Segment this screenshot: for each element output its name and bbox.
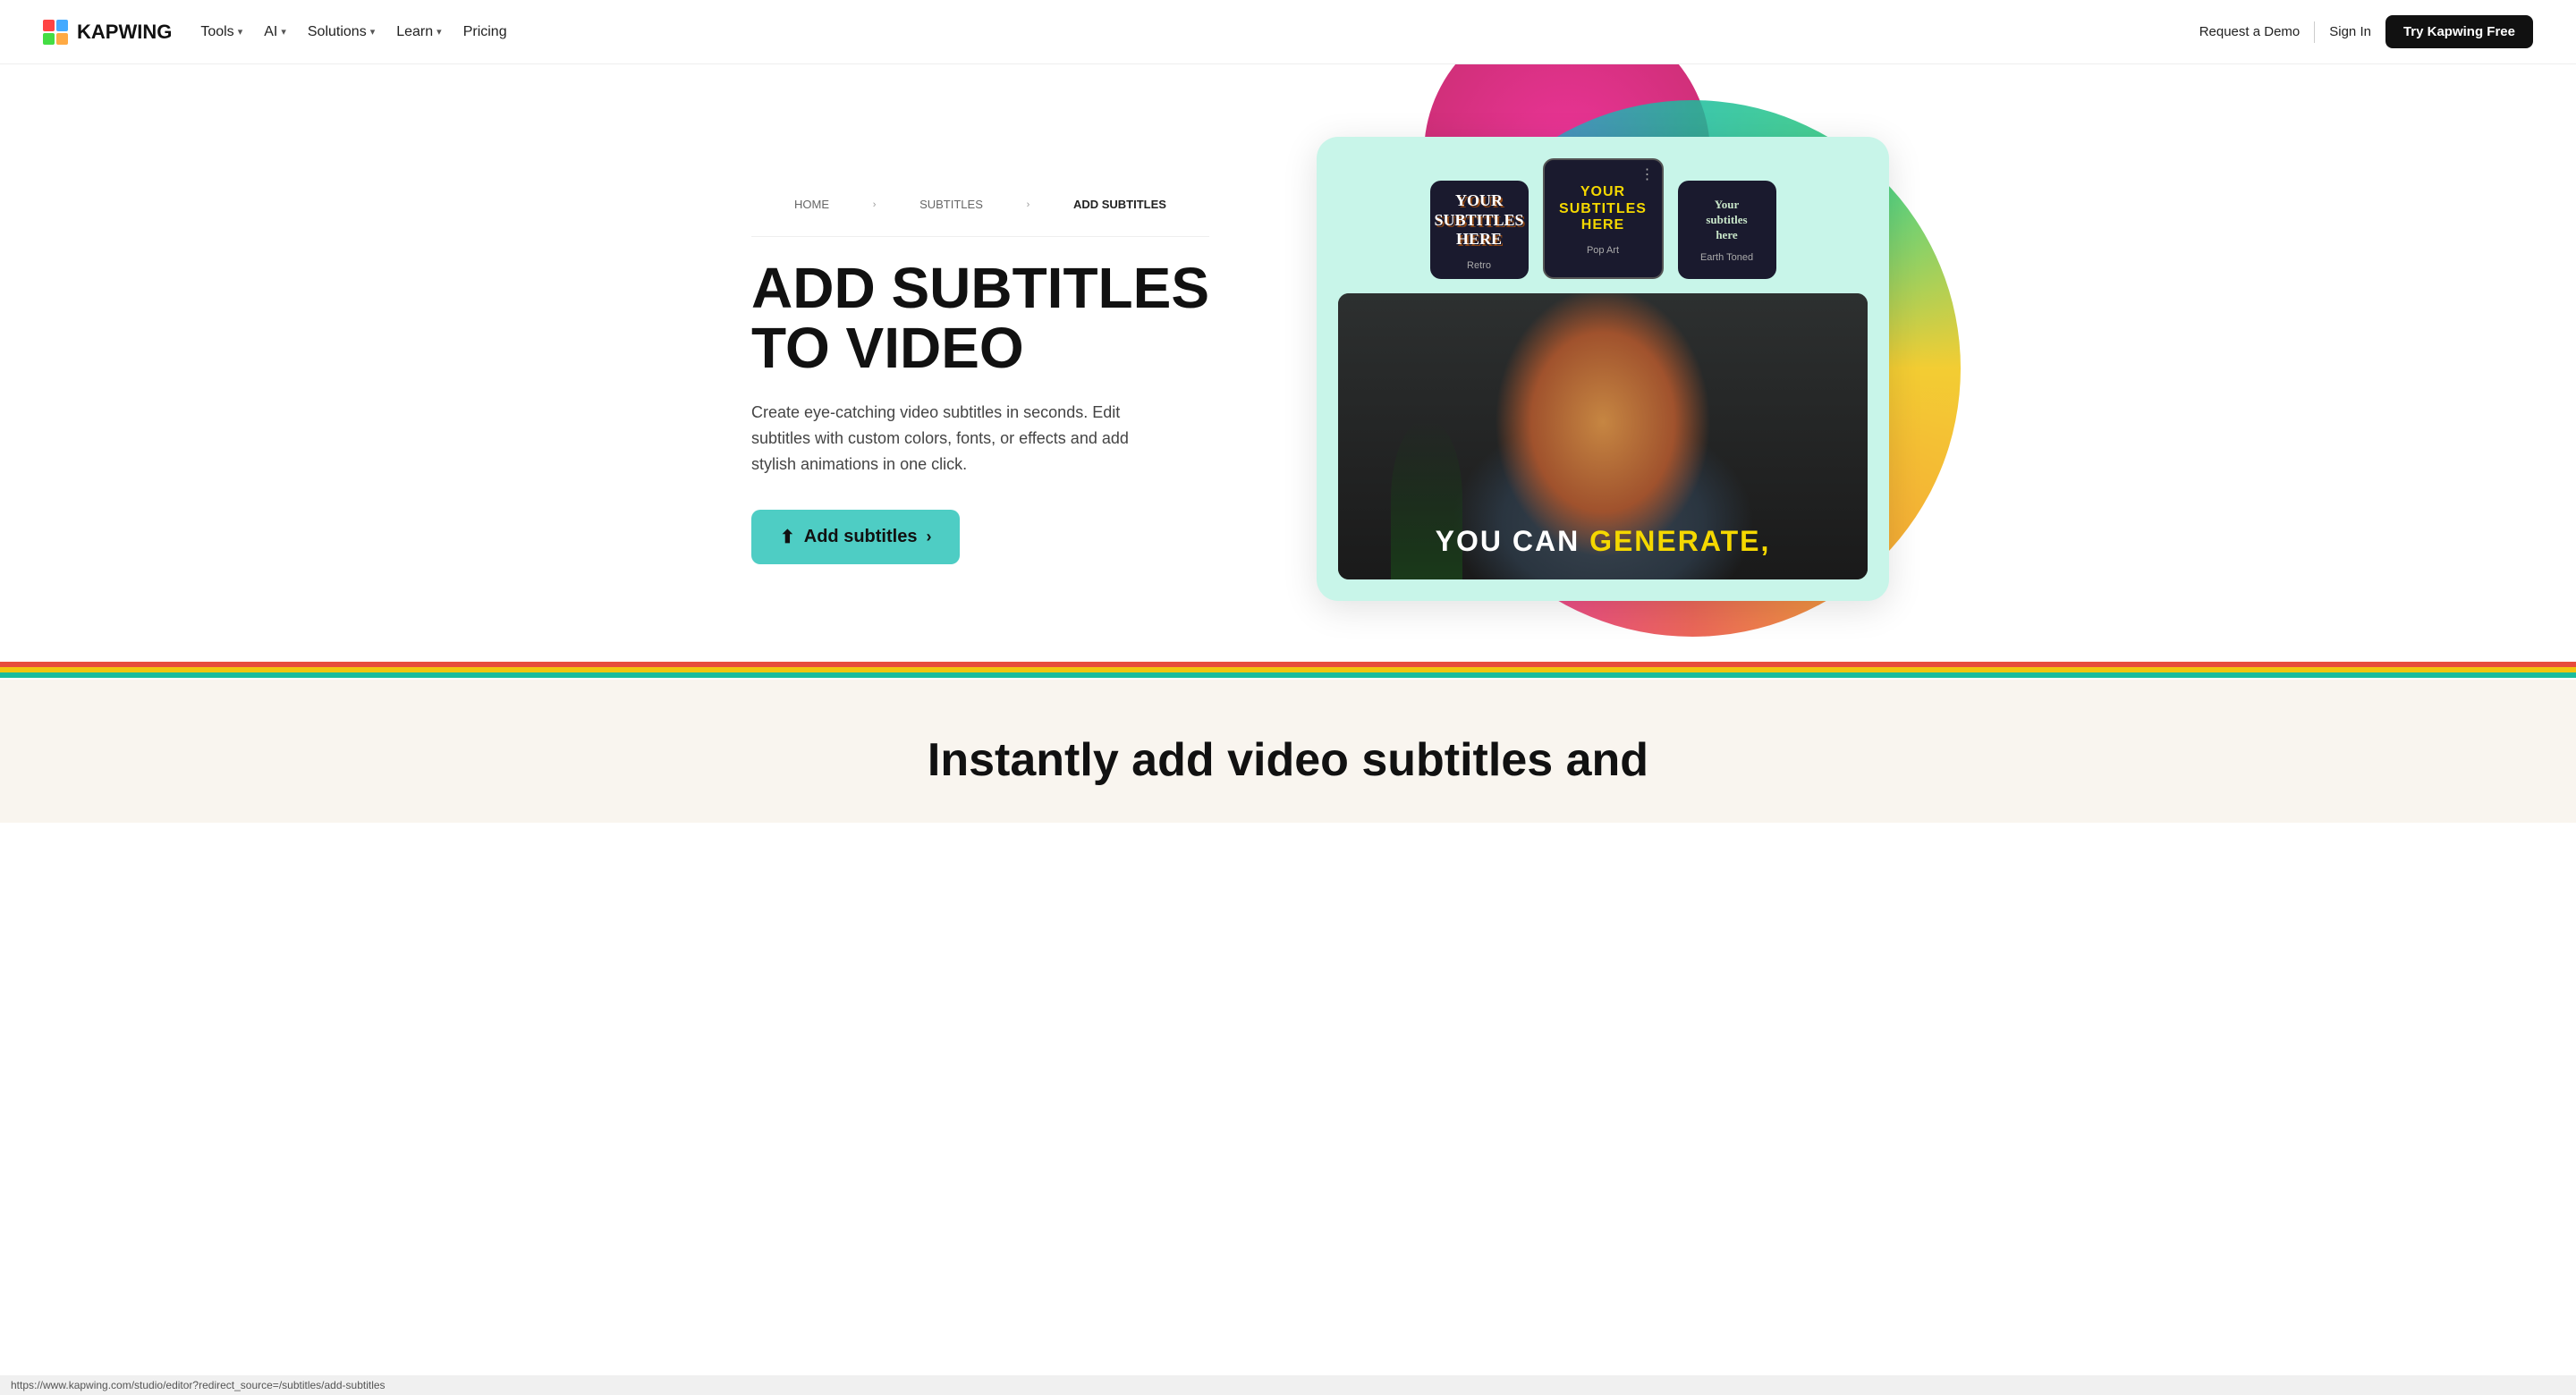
chevron-down-icon: ▾ <box>281 26 286 38</box>
chevron-down-icon: ▾ <box>436 26 442 38</box>
nav-right: Request a Demo Sign In Try Kapwing Free <box>2199 15 2533 48</box>
status-bar: https://www.kapwing.com/studio/editor?re… <box>0 1375 2576 1395</box>
arrow-right-icon: › <box>926 528 931 546</box>
breadcrumb-sep-1: › <box>873 199 877 210</box>
video-subtitle-overlay: YOU CAN GENERATE, <box>1436 525 1771 558</box>
color-line-teal <box>0 672 2576 678</box>
style-selector-row: YOURSUBTITLESHERE Retro ⋮ YOURSUBTITLESH… <box>1338 158 1868 279</box>
style-card-retro[interactable]: YOURSUBTITLESHERE Retro <box>1430 181 1529 279</box>
breadcrumb-sep-2: › <box>1027 199 1030 210</box>
page-title: ADD SUBTITLES TO VIDEO <box>751 258 1209 378</box>
main-nav: KAPWING Tools ▾ AI ▾ Solutions ▾ Learn ▾… <box>0 0 2576 64</box>
bottom-heading: Instantly add video subtitles and <box>107 733 2469 787</box>
breadcrumb: HOME › SUBTITLES › ADD SUBTITLES <box>751 173 1209 237</box>
earth-text: Yoursubtitleshere <box>1700 192 1752 249</box>
retro-text: YOURSUBTITLESHERE <box>1427 184 1530 257</box>
logo-text: KAPWING <box>77 21 172 44</box>
try-kapwing-button[interactable]: Try Kapwing Free <box>2385 15 2533 48</box>
chevron-down-icon: ▾ <box>238 26 243 38</box>
hero-left: HOME › SUBTITLES › ADD SUBTITLES ADD SUB… <box>751 173 1209 564</box>
add-subtitles-button[interactable]: ⬆ Add subtitles › <box>751 510 960 564</box>
breadcrumb-home[interactable]: HOME <box>794 198 829 211</box>
nav-item-tools[interactable]: Tools ▾ <box>200 21 242 44</box>
nav-item-solutions[interactable]: Solutions ▾ <box>308 21 375 44</box>
hero-section: HOME › SUBTITLES › ADD SUBTITLES ADD SUB… <box>644 64 1932 655</box>
ui-card: YOURSUBTITLESHERE Retro ⋮ YOURSUBTITLESH… <box>1317 137 1889 601</box>
video-preview: YOU CAN GENERATE, <box>1338 293 1868 579</box>
style-card-popart[interactable]: ⋮ YOURSUBTITLESHERE Pop Art <box>1543 158 1664 279</box>
upload-icon: ⬆ <box>780 526 795 548</box>
color-lines-separator <box>0 662 2576 680</box>
popart-text: YOURSUBTITLESHERE <box>1552 177 1654 241</box>
breadcrumb-subtitles[interactable]: SUBTITLES <box>919 198 983 211</box>
sign-in-button[interactable]: Sign In <box>2329 24 2371 39</box>
style-card-earth[interactable]: Yoursubtitleshere Earth Toned <box>1678 181 1776 279</box>
request-demo-button[interactable]: Request a Demo <box>2199 24 2301 39</box>
nav-menu: Tools ▾ AI ▾ Solutions ▾ Learn ▾ Pricing <box>200 21 506 44</box>
hero-description: Create eye-catching video subtitles in s… <box>751 400 1163 477</box>
popart-label: Pop Art <box>1587 245 1619 259</box>
nav-left: KAPWING Tools ▾ AI ▾ Solutions ▾ Learn ▾… <box>43 20 507 45</box>
more-options-icon[interactable]: ⋮ <box>1640 165 1655 183</box>
earth-label: Earth Toned <box>1700 252 1753 266</box>
logo-icon <box>43 20 68 45</box>
nav-item-pricing[interactable]: Pricing <box>463 21 507 44</box>
retro-label: Retro <box>1467 260 1491 275</box>
hero-right: YOURSUBTITLESHERE Retro ⋮ YOURSUBTITLESH… <box>1209 118 1889 619</box>
chevron-down-icon: ▾ <box>370 26 376 38</box>
breadcrumb-current: ADD SUBTITLES <box>1073 198 1166 211</box>
logo[interactable]: KAPWING <box>43 20 172 45</box>
bottom-section: Instantly add video subtitles and <box>0 680 2576 823</box>
nav-item-ai[interactable]: AI ▾ <box>264 21 286 44</box>
nav-item-learn[interactable]: Learn ▾ <box>396 21 441 44</box>
nav-divider <box>2314 21 2315 43</box>
